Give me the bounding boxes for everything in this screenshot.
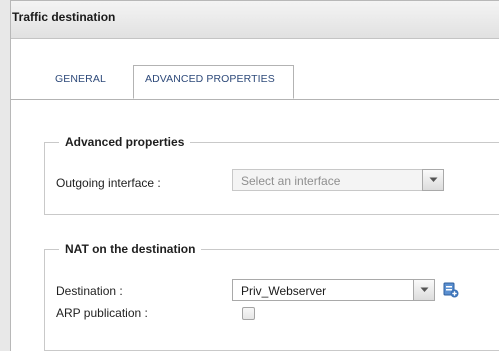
destination-select[interactable]: Priv_Webserver <box>232 279 435 301</box>
arp-publication-label: ARP publication : <box>56 306 148 320</box>
outgoing-interface-label: Outgoing interface : <box>56 176 161 190</box>
chevron-down-icon <box>429 177 438 182</box>
destination-label: Destination : <box>56 284 123 298</box>
tab-general[interactable]: GENERAL <box>55 73 106 85</box>
outgoing-interface-dropdown-button[interactable] <box>422 169 444 191</box>
add-object-icon[interactable] <box>443 282 459 298</box>
panel-header: Traffic destination <box>11 1 499 39</box>
tab-advanced-properties-label: ADVANCED PROPERTIES <box>145 73 275 85</box>
advanced-properties-legend: Advanced properties <box>65 135 185 149</box>
outgoing-interface-select[interactable]: Select an interface <box>232 169 444 191</box>
nat-destination-legend: NAT on the destination <box>65 242 196 256</box>
traffic-destination-panel: Traffic destination GENERAL ADVANCED PRO… <box>10 0 499 351</box>
tab-strip-line <box>11 99 499 100</box>
tab-advanced-properties[interactable]: ADVANCED PROPERTIES <box>133 65 294 99</box>
arp-publication-checkbox[interactable] <box>242 307 255 320</box>
outgoing-interface-value: Select an interface <box>241 174 341 188</box>
chevron-down-icon <box>420 287 429 292</box>
destination-dropdown-button[interactable] <box>413 279 435 301</box>
destination-value: Priv_Webserver <box>241 284 327 298</box>
panel-title: Traffic destination <box>12 10 116 24</box>
